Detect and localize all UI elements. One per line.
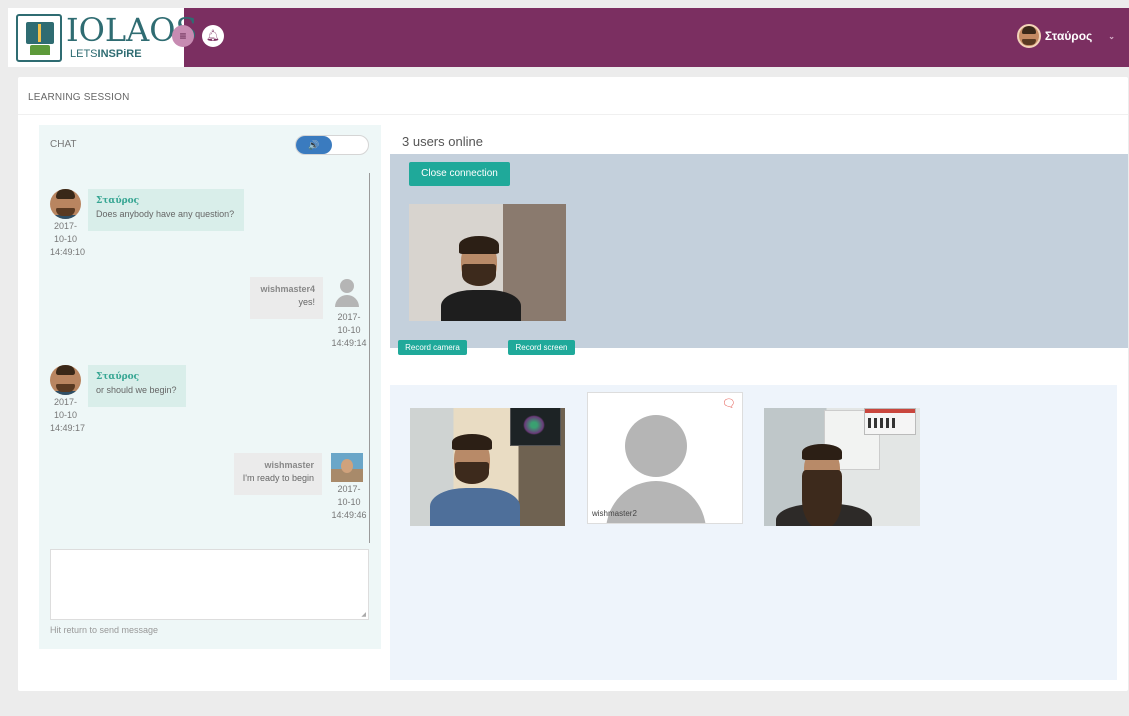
message-bubble: wishmaster4 yes! — [250, 277, 323, 319]
message-timestamp: 2017- 10-10 14:49:14 — [331, 312, 367, 348]
divider — [18, 114, 1128, 115]
record-screen-button[interactable]: Record screen — [508, 340, 575, 355]
message-text: or should we begin? — [96, 385, 177, 395]
peer-video[interactable] — [410, 408, 565, 526]
message-bubble: Σταύρος Does anybody have any question? — [88, 189, 244, 231]
sender-name: wishmaster — [264, 460, 314, 470]
message-timestamp: 2017- 10-10 14:49:10 — [50, 221, 86, 257]
chat-hint: Hit return to send message — [50, 625, 159, 635]
chat-input[interactable]: ◢ — [50, 549, 369, 620]
learning-session-panel: LEARNING SESSION CHAT 🔊 Σταύρος Does any… — [18, 77, 1128, 691]
message-text: Does anybody have any question? — [96, 209, 235, 219]
message-textarea[interactable] — [51, 550, 368, 619]
sender-name: wishmaster4 — [260, 284, 315, 294]
peer-name: wishmaster2 — [592, 509, 637, 518]
message-bubble: wishmaster I'm ready to begin — [234, 453, 322, 495]
message-text: yes! — [298, 297, 315, 307]
host-video-area: Close connection Record camera Record sc… — [390, 154, 1128, 355]
peer-video[interactable] — [764, 408, 920, 526]
hamburger-icon: ≡ — [179, 29, 187, 43]
logo-subtitle: LETSINSPiRE — [70, 48, 142, 60]
user-name: Σταύρος — [1044, 29, 1093, 43]
avatar — [50, 189, 81, 219]
sender-name: Σταύρος — [96, 372, 140, 382]
chat-panel: CHAT 🔊 Σταύρος Does anybody have any que… — [39, 125, 381, 649]
message-timestamp: 2017- 10-10 14:49:17 — [50, 397, 86, 433]
chat-message: Σταύρος or should we begin? 2017- 10-10 … — [39, 349, 369, 439]
book-logo-icon — [16, 14, 62, 62]
chat-message: Σταύρος Does anybody have any question? … — [39, 173, 369, 263]
resize-handle-icon[interactable]: ◢ — [361, 611, 366, 618]
sound-toggle[interactable]: 🔊 — [295, 135, 369, 155]
message-timestamp: 2017- 10-10 14:49:46 — [331, 484, 367, 520]
chat-message: wishmaster I'm ready to begin 2017- 10-1… — [39, 449, 369, 539]
page-title: LEARNING SESSION — [28, 92, 130, 103]
bell-icon: 🔔︎ — [206, 30, 220, 42]
chat-bubble-icon[interactable]: 🗨 — [722, 397, 736, 410]
avatar — [50, 365, 81, 395]
logo[interactable]: IOLAOS LETSINSPiRE — [8, 8, 197, 67]
peer-videos-area: 🗨 wishmaster2 — [390, 385, 1117, 680]
notifications-button[interactable]: 🔔︎ — [202, 25, 224, 47]
close-connection-button[interactable]: Close connection — [409, 162, 510, 186]
record-camera-button[interactable]: Record camera — [398, 340, 467, 355]
user-menu[interactable]: Σταύρος ⌄ — [1016, 22, 1115, 50]
avatar — [1016, 24, 1041, 48]
top-header: IOLAOS LETSINSPiRE ≡ 🔔︎ Σταύρος ⌄ — [8, 8, 1129, 67]
chat-message: wishmaster4 yes! 2017- 10-10 14:49:14 — [39, 273, 369, 353]
avatar — [625, 415, 687, 477]
chevron-down-icon: ⌄ — [1108, 31, 1115, 41]
avatar — [331, 453, 363, 482]
online-count: 3 users online — [402, 134, 483, 149]
chat-messages[interactable]: Σταύρος Does anybody have any question? … — [39, 173, 370, 543]
message-text: I'm ready to begin — [242, 473, 314, 483]
sender-name: Σταύρος — [96, 196, 140, 206]
avatar — [333, 279, 361, 307]
chat-title: CHAT — [50, 139, 77, 150]
hamburger-menu-button[interactable]: ≡ — [172, 25, 194, 47]
screen-share-thumbnail — [510, 408, 561, 446]
host-video[interactable] — [409, 204, 566, 321]
screen-share-thumbnail — [864, 408, 916, 435]
speaker-icon: 🔊 — [296, 136, 332, 154]
message-bubble: Σταύρος or should we begin? — [88, 365, 186, 407]
peer-video[interactable]: 🗨 wishmaster2 — [587, 392, 743, 524]
